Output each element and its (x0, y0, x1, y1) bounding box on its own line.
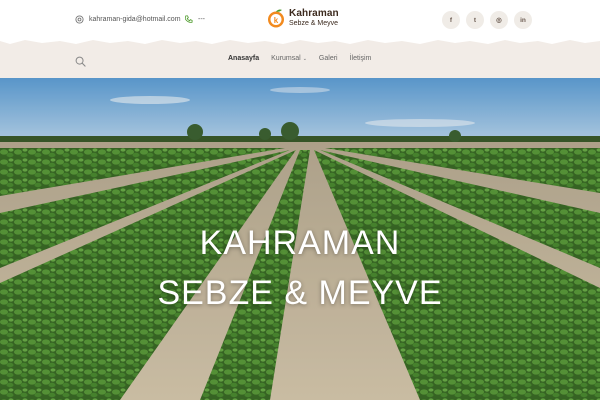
nav-item-anasayfa[interactable]: Anasayfa (228, 55, 259, 62)
orange-logo-icon: k (268, 9, 284, 28)
logo-name: Kahraman (289, 8, 339, 19)
email-text: kahraman-gida@hotmail.com (89, 16, 181, 23)
hero-title-line1: KAHRAMAN (199, 224, 401, 262)
phone-contact[interactable]: --- (184, 15, 205, 24)
chevron-down-icon: ⌄ (302, 56, 307, 62)
hero-title-line2: SEBZE & MEYVE (157, 274, 443, 312)
hero-slider: KAHRAMAN SEBZE & MEYVE (0, 78, 600, 400)
facebook-icon[interactable]: f (442, 11, 460, 29)
linkedin-icon[interactable]: in (514, 11, 532, 29)
nav-item-kurumsal-label: Kurumsal (271, 55, 301, 62)
mail-icon (75, 15, 84, 24)
nav-item-kurumsal[interactable]: Kurumsal ⌄ (271, 55, 307, 62)
logo-mark-letter: k (274, 16, 279, 25)
search-icon[interactable] (75, 56, 86, 67)
nav-item-galeri[interactable]: Galeri (319, 55, 338, 62)
main-nav: Anasayfa Kurumsal ⌄ Galeri İletişim (228, 55, 371, 62)
torn-paper-edge (0, 38, 600, 44)
email-contact[interactable]: kahraman-gida@hotmail.com (75, 15, 181, 24)
social-links: f t ◎ in (442, 11, 532, 29)
phone-text: --- (198, 16, 205, 23)
logo-subtitle: Sebze & Meyve (289, 20, 339, 27)
phone-icon (184, 15, 193, 23)
nav-item-iletisim[interactable]: İletişim (350, 55, 372, 62)
twitter-icon[interactable]: t (466, 11, 484, 29)
instagram-icon[interactable]: ◎ (490, 11, 508, 29)
logo[interactable]: k Kahraman Sebze & Meyve (266, 8, 339, 28)
